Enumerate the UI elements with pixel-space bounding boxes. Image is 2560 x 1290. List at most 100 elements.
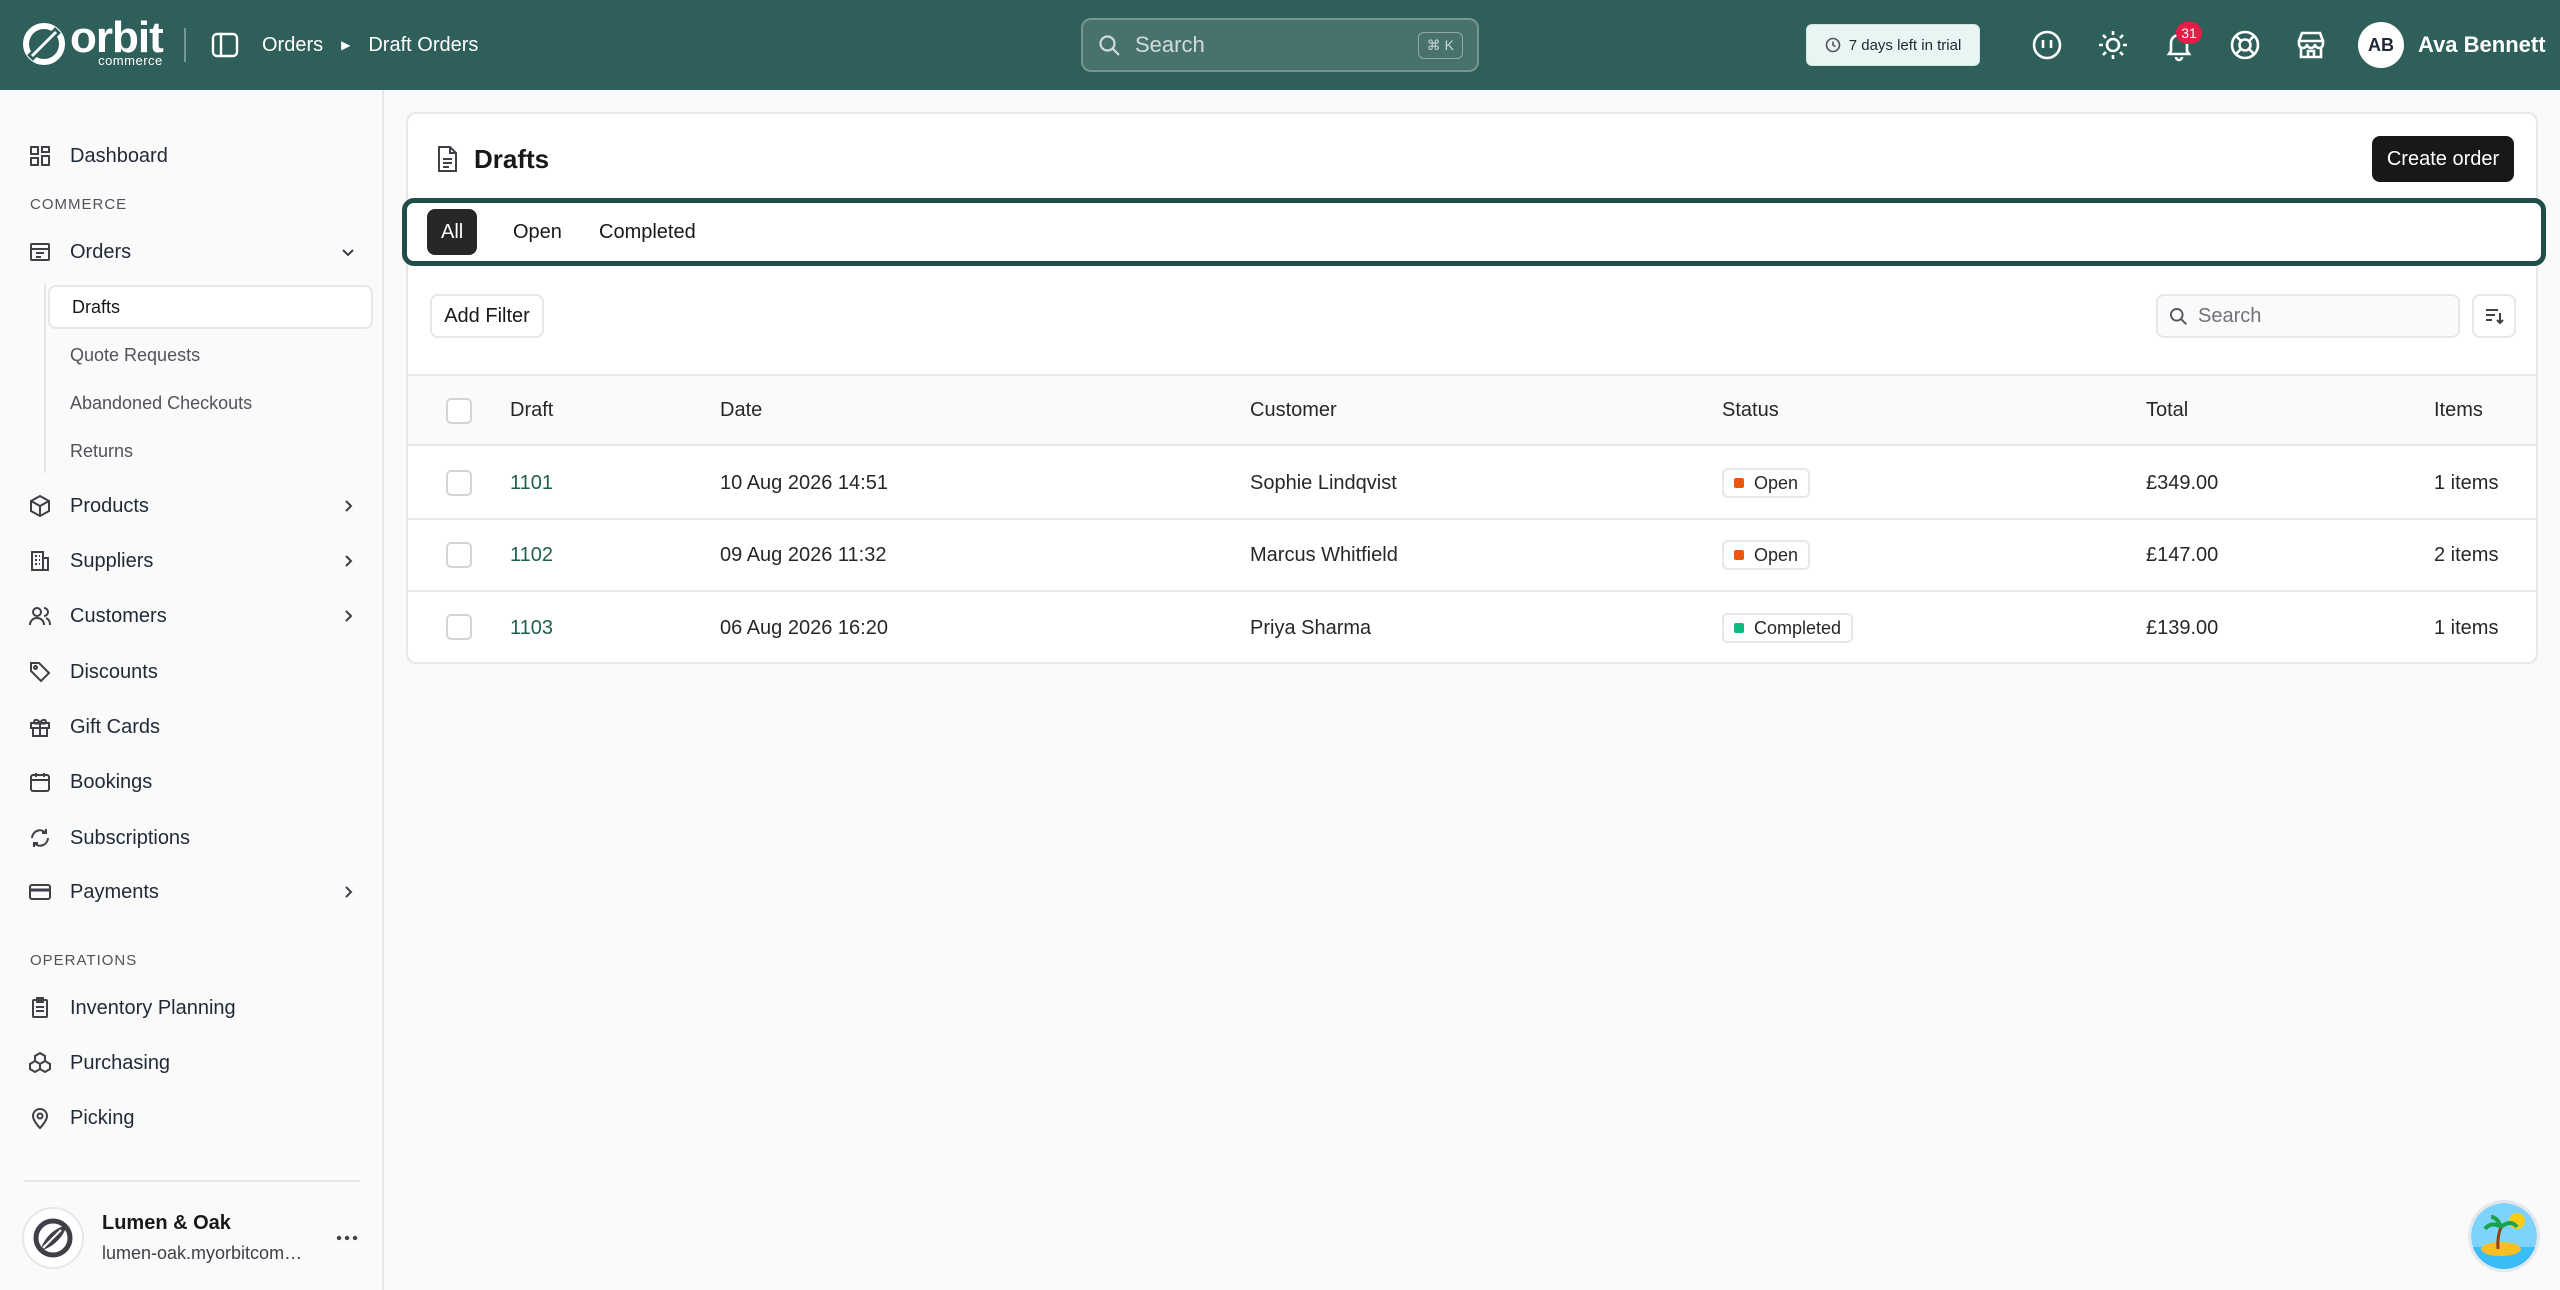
- status-dot-icon: [1734, 623, 1744, 633]
- column-header-draft[interactable]: Draft: [510, 376, 553, 444]
- refresh-cycle-icon: [31, 829, 49, 847]
- draft-total: £349.00: [2146, 471, 2219, 494]
- sidebar-item-customers[interactable]: Customers: [28, 596, 358, 636]
- table-row[interactable]: 1101 10 Aug 2026 14:51 Sophie Lindqvist …: [408, 448, 2536, 520]
- table-row[interactable]: 1102 09 Aug 2026 11:32 Marcus Whitfield …: [408, 520, 2536, 592]
- sidebar-item-orders[interactable]: Orders: [28, 232, 358, 272]
- table-row[interactable]: 1103 06 Aug 2026 16:20 Priya Sharma Comp…: [408, 592, 2536, 664]
- search-shortcut: ⌘ K: [1417, 31, 1463, 59]
- sidebar-item-label: Orders: [70, 240, 132, 263]
- sidebar-subitem-quote-requests[interactable]: Quote Requests: [48, 333, 373, 377]
- row-checkbox[interactable]: [446, 542, 472, 568]
- draft-total: £139.00: [2146, 616, 2219, 639]
- draft-id-link[interactable]: 1102: [510, 520, 553, 590]
- search-icon: [2170, 308, 2187, 325]
- tab-all[interactable]: All: [427, 209, 478, 255]
- column-header-customer[interactable]: Customer: [1250, 376, 1337, 444]
- sidebar-item-discounts[interactable]: Discounts: [28, 652, 358, 692]
- drafts-card: Drafts Create order All Open Completed A…: [402, 112, 2546, 664]
- breadcrumb-current: Draft Orders: [368, 33, 479, 56]
- draft-id-link[interactable]: 1103: [510, 592, 553, 664]
- trial-label: 7 days left in trial: [1848, 36, 1962, 54]
- feedback-icon[interactable]: [2030, 28, 2064, 62]
- search-icon: [1099, 35, 1120, 56]
- chevron-right-icon: [345, 610, 353, 622]
- calendar-icon: [30, 773, 50, 792]
- column-header-total[interactable]: Total: [2146, 376, 2188, 444]
- sidebar-item-dashboard[interactable]: Dashboard: [28, 136, 358, 176]
- help-lifebuoy-icon[interactable]: [2228, 28, 2262, 62]
- sidebar-subitem-drafts[interactable]: Drafts: [48, 285, 373, 329]
- sidebar-toggle-icon[interactable]: [210, 30, 240, 60]
- sidebar-item-inventory-planning[interactable]: Inventory Planning: [28, 988, 358, 1028]
- tab-completed[interactable]: Completed: [585, 209, 710, 255]
- topbar-divider: [184, 28, 186, 62]
- sidebar-item-label: Payments: [70, 880, 159, 903]
- sidebar-item-label: Picking: [70, 1106, 135, 1129]
- storefront-icon[interactable]: [2294, 28, 2328, 62]
- card-header: Drafts Create order: [408, 114, 2536, 204]
- status-label: Open: [1754, 544, 1799, 565]
- draft-customer: Priya Sharma: [1250, 616, 1372, 639]
- theme-sun-icon[interactable]: [2096, 28, 2130, 62]
- store-leaf-logo-icon: [33, 1218, 73, 1258]
- store-logo: [22, 1207, 84, 1269]
- sidebar-item-purchasing[interactable]: Purchasing: [28, 1043, 358, 1083]
- sort-button[interactable]: [2472, 294, 2516, 338]
- global-search-input[interactable]: Search ⌘ K: [1081, 18, 1479, 72]
- draft-items: 2 items: [2434, 543, 2499, 566]
- section-label-operations: OPERATIONS: [30, 952, 138, 969]
- orders-inbox-icon: [30, 243, 50, 261]
- assistant-avatar-button[interactable]: [2468, 1200, 2540, 1272]
- store-name: Lumen & Oak: [102, 1212, 231, 1234]
- draft-id-link[interactable]: 1101: [510, 448, 553, 518]
- draft-date: 10 Aug 2026 14:51: [720, 471, 888, 494]
- sidebar-item-products[interactable]: Products: [28, 486, 358, 526]
- trial-badge[interactable]: 7 days left in trial: [1806, 24, 1980, 66]
- column-header-items[interactable]: Items: [2434, 376, 2483, 444]
- draft-date: 06 Aug 2026 16:20: [720, 616, 888, 639]
- sidebar-item-suppliers[interactable]: Suppliers: [28, 541, 358, 581]
- tag-icon: [30, 662, 51, 683]
- store-switcher[interactable]: Lumen & Oak lumen-oak.myorbitcommerce.co…: [22, 1206, 362, 1270]
- sidebar-divider: [24, 1180, 360, 1182]
- column-header-status[interactable]: Status: [1722, 376, 1779, 444]
- sidebar-item-label: Customers: [70, 604, 167, 627]
- chevron-right-icon: [345, 886, 353, 898]
- row-checkbox[interactable]: [446, 470, 472, 496]
- user-avatar: AB: [2358, 22, 2404, 68]
- sidebar-item-label: Bookings: [70, 770, 153, 793]
- sidebar-item-gift-cards[interactable]: Gift Cards: [28, 707, 358, 747]
- tab-open[interactable]: Open: [499, 209, 576, 255]
- document-icon: [438, 146, 457, 172]
- table-search-input[interactable]: [2198, 304, 2438, 328]
- breadcrumb: Orders ▶ Draft Orders: [262, 0, 478, 90]
- sidebar-subitem-abandoned-checkouts[interactable]: Abandoned Checkouts: [48, 381, 373, 425]
- status-label: Completed: [1754, 617, 1842, 638]
- chevron-down-icon: [342, 249, 354, 257]
- add-filter-button[interactable]: Add Filter: [430, 294, 544, 338]
- more-horizontal-icon[interactable]: [332, 1226, 362, 1250]
- breadcrumb-separator-icon: ▶: [341, 38, 351, 52]
- brand-logo[interactable]: orbit commerce: [22, 16, 164, 67]
- clipboard-list-icon: [32, 997, 48, 1018]
- notification-count-badge: 31: [2176, 22, 2202, 44]
- column-header-date[interactable]: Date: [720, 376, 762, 444]
- store-url: lumen-oak.myorbitcommerce.com: [102, 1243, 312, 1263]
- sidebar-item-label: Subscriptions: [70, 826, 191, 849]
- chevron-right-icon: [345, 555, 353, 567]
- sidebar-item-subscriptions[interactable]: Subscriptions: [28, 818, 358, 858]
- create-order-button[interactable]: Create order: [2372, 136, 2514, 182]
- user-menu[interactable]: AB Ava Bennett: [2358, 22, 2546, 68]
- sidebar-item-label: Purchasing: [70, 1051, 171, 1074]
- sidebar-item-bookings[interactable]: Bookings: [28, 762, 358, 802]
- submenu-rail: [44, 283, 46, 473]
- sidebar-item-payments[interactable]: Payments: [28, 872, 358, 912]
- breadcrumb-orders[interactable]: Orders: [262, 34, 323, 57]
- row-checkbox[interactable]: [446, 614, 472, 640]
- sidebar: Dashboard COMMERCE Orders Drafts Quote R…: [0, 90, 384, 1290]
- table-header: Draft Date Customer Status Total Items: [408, 374, 2536, 446]
- select-all-checkbox[interactable]: [446, 398, 472, 424]
- sidebar-item-picking[interactable]: Picking: [28, 1098, 358, 1138]
- sidebar-subitem-returns[interactable]: Returns: [48, 429, 373, 473]
